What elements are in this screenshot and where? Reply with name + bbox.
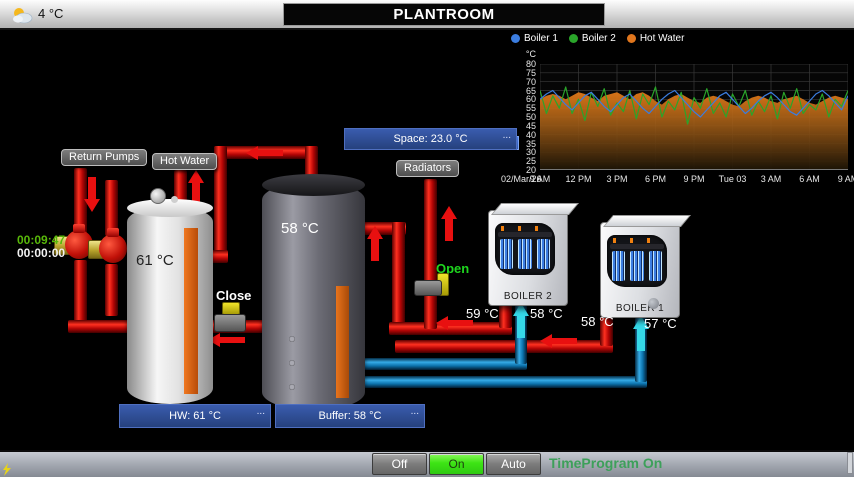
flow-arrow-up-icon bbox=[367, 226, 383, 262]
chart-x-tick: 9 AM bbox=[518, 174, 562, 184]
tank-screw-icon bbox=[289, 384, 295, 390]
runtime-timer: 00:09:47 bbox=[17, 233, 65, 247]
return-pumps-label[interactable]: Return Pumps bbox=[61, 149, 147, 166]
open-valve[interactable] bbox=[414, 280, 442, 296]
flow-arrow-left-icon bbox=[208, 333, 246, 347]
boiler1-flow-temp: 58 °C bbox=[581, 314, 614, 329]
flow-arrow-up-icon bbox=[513, 303, 529, 339]
top-bar: 4 °C PLANTROOM bbox=[0, 0, 854, 30]
legend-item-boiler1: Boiler 1 bbox=[511, 33, 558, 44]
chart-x-tick: 3 AM bbox=[749, 174, 793, 184]
chart-y-axis-unit: °C bbox=[505, 49, 536, 59]
auto-button[interactable]: Auto bbox=[486, 453, 541, 475]
legend-dot-boiler1-icon bbox=[511, 34, 520, 43]
hot-water-tank-top bbox=[127, 199, 213, 217]
boiler-1[interactable]: BOILER 1 bbox=[600, 222, 680, 318]
outside-temperature: 4 °C bbox=[38, 6, 63, 21]
chart-legend: Boiler 1 Boiler 2 Hot Water bbox=[511, 33, 684, 44]
space-temp-faceplate[interactable]: Space: 23.0 °C ... bbox=[344, 128, 517, 150]
pipe-red bbox=[105, 264, 118, 316]
chart-x-tick: 6 PM bbox=[634, 174, 678, 184]
buffer-heat-stripe bbox=[336, 286, 349, 398]
hw-faceplate[interactable]: HW: 61 °C ... bbox=[119, 404, 271, 428]
secondary-timer: 00:00:00 bbox=[17, 246, 65, 260]
legend-item-boiler2: Boiler 2 bbox=[569, 33, 616, 44]
flow-arrow-down-icon bbox=[84, 176, 100, 212]
buffer-tank-top bbox=[262, 174, 365, 196]
tank-screw-icon bbox=[289, 336, 295, 342]
buffer-tank[interactable] bbox=[262, 182, 365, 410]
pipe-red bbox=[395, 340, 613, 353]
off-button[interactable]: Off bbox=[372, 453, 427, 475]
boiler-burner-icon bbox=[607, 235, 667, 287]
chart-x-tick: 6 AM bbox=[788, 174, 832, 184]
boiler2-name: BOILER 2 bbox=[489, 291, 567, 302]
tank-gauge-icon bbox=[150, 188, 166, 204]
timeprogram-status: TimeProgram On bbox=[549, 455, 662, 471]
boiler-2[interactable]: BOILER 2 bbox=[488, 210, 568, 306]
chart-x-tick: 12 PM bbox=[557, 174, 601, 184]
plantroom-screen: 4 °C PLANTROOM Boiler 1 Boiler 2 Hot Wat… bbox=[0, 0, 854, 477]
on-button[interactable]: On bbox=[429, 453, 484, 475]
hw-more-button[interactable]: ... bbox=[257, 406, 265, 417]
close-valve-label: Close bbox=[216, 288, 251, 303]
pipe-red bbox=[74, 260, 87, 324]
buffer-tank-temperature: 58 °C bbox=[281, 220, 319, 237]
legend-item-hotwater: Hot Water bbox=[627, 33, 685, 44]
flow-arrow-left-icon bbox=[540, 334, 578, 348]
boiler1-status-dot bbox=[648, 298, 659, 309]
trend-chart[interactable] bbox=[540, 64, 848, 170]
tank-fitting-icon bbox=[171, 196, 178, 203]
pipe-red bbox=[392, 222, 405, 334]
legend-dot-boiler2-icon bbox=[569, 34, 578, 43]
bottom-control-bar bbox=[0, 450, 854, 477]
boiler1-return-temp: 57 °C bbox=[644, 316, 677, 331]
hw-tank-temperature: 61 °C bbox=[136, 252, 174, 269]
lightning-icon bbox=[2, 463, 12, 476]
pipe-blue bbox=[358, 376, 647, 388]
chart-x-tick: Tue 03 bbox=[711, 174, 755, 184]
boiler-burner-icon bbox=[495, 223, 555, 275]
resize-grip[interactable] bbox=[847, 452, 853, 474]
pipe-red bbox=[424, 179, 437, 329]
buffer-more-button[interactable]: ... bbox=[411, 406, 419, 417]
chart-x-tick: 9 PM bbox=[672, 174, 716, 184]
boiler2-return-temp: 58 °C bbox=[530, 306, 563, 321]
legend-dot-hotwater-icon bbox=[627, 34, 636, 43]
buffer-faceplate[interactable]: Buffer: 58 °C ... bbox=[275, 404, 425, 428]
return-pump-2[interactable] bbox=[88, 232, 128, 266]
hot-water-heat-stripe bbox=[184, 228, 198, 394]
pipe-blue bbox=[358, 358, 527, 370]
chart-x-tick: 9 AM bbox=[826, 174, 854, 184]
flow-arrow-up-icon bbox=[441, 206, 457, 244]
close-valve[interactable] bbox=[214, 314, 246, 332]
weather-icon bbox=[11, 6, 33, 24]
space-more-button[interactable]: ... bbox=[503, 130, 511, 141]
flow-arrow-left-icon bbox=[246, 146, 284, 160]
boiler2-flow-temp: 59 °C bbox=[466, 306, 499, 321]
chart-x-tick: 3 PM bbox=[595, 174, 639, 184]
tank-screw-icon bbox=[289, 360, 295, 366]
page-title: PLANTROOM bbox=[283, 3, 605, 26]
hot-water-tank[interactable] bbox=[127, 206, 213, 404]
radiators-label[interactable]: Radiators bbox=[396, 160, 459, 177]
hot-water-label[interactable]: Hot Water bbox=[152, 153, 217, 170]
boiler1-name: BOILER 1 bbox=[601, 303, 679, 314]
